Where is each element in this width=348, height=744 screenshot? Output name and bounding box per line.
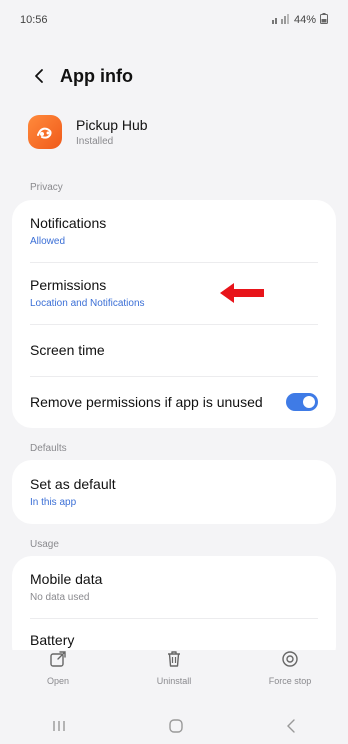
- pickup-hub-logo-icon: [37, 127, 52, 139]
- remove-permissions-toggle[interactable]: [286, 393, 318, 411]
- signal-icon: [271, 13, 290, 27]
- toggle-knob: [303, 396, 315, 408]
- set-as-default-item[interactable]: Set as default In this app: [12, 460, 336, 524]
- status-time: 10:56: [20, 14, 48, 26]
- mobile-data-item[interactable]: Mobile data No data used: [12, 556, 336, 618]
- nav-back-button[interactable]: [285, 718, 297, 739]
- open-label: Open: [46, 676, 70, 686]
- screen-time-title: Screen time: [30, 342, 105, 358]
- home-button[interactable]: [168, 718, 184, 739]
- battery-percent: 44%: [293, 14, 316, 26]
- notifications-sub: Allowed: [30, 236, 66, 247]
- force-stop-button[interactable]: Force stop: [240, 650, 340, 686]
- permissions-item[interactable]: Permissions Location and Notifications: [12, 262, 336, 324]
- page-title: App info: [60, 65, 133, 86]
- system-nav-bar: [0, 712, 348, 744]
- bottom-action-bar: Open Uninstall Force stop: [0, 650, 348, 710]
- mobile-data-sub: No data used: [30, 592, 90, 603]
- mobile-data-title: Mobile data: [30, 571, 103, 587]
- battery-icon: [320, 13, 328, 27]
- section-label-defaults: Defaults: [30, 443, 67, 454]
- battery-title: Battery: [30, 632, 75, 648]
- remove-permissions-title: Remove permissions if app is unused: [30, 394, 263, 410]
- app-name: Pickup Hub: [76, 117, 148, 133]
- uninstall-button[interactable]: Uninstall: [124, 650, 224, 686]
- back-button[interactable]: [22, 59, 56, 93]
- home-icon: [169, 718, 183, 733]
- set-as-default-sub: In this app: [30, 497, 77, 508]
- permissions-title: Permissions: [30, 277, 107, 293]
- app-icon: [28, 115, 62, 149]
- uninstall-label: Uninstall: [156, 676, 192, 686]
- remove-permissions-item[interactable]: Remove permissions if app is unused: [12, 376, 336, 428]
- section-label-usage: Usage: [30, 539, 59, 550]
- permissions-sub: Location and Notifications: [30, 298, 145, 309]
- open-button[interactable]: Open: [8, 650, 108, 686]
- set-as-default-title: Set as default: [30, 476, 116, 492]
- force-stop-label: Force stop: [268, 676, 312, 686]
- annotation-arrow-icon: [220, 283, 264, 303]
- app-bar: App info: [0, 56, 348, 96]
- privacy-card: Notifications Allowed Permissions Locati…: [12, 200, 336, 428]
- back-arrow-icon: [35, 69, 43, 83]
- notifications-title: Notifications: [30, 215, 107, 231]
- app-install-status: Installed: [76, 136, 114, 147]
- notifications-item[interactable]: Notifications Allowed: [12, 200, 336, 262]
- section-label-privacy: Privacy: [30, 182, 63, 193]
- defaults-card: Set as default In this app: [12, 460, 336, 524]
- open-external-icon: [50, 651, 66, 667]
- recents-button[interactable]: [51, 719, 67, 738]
- nav-back-icon: [287, 718, 296, 733]
- status-indicators: 44%: [271, 13, 328, 27]
- recents-icon: [52, 720, 65, 731]
- status-bar: 10:56 44%: [0, 0, 348, 40]
- app-summary: Pickup Hub Installed: [28, 115, 148, 149]
- stop-circle-icon: [282, 651, 298, 667]
- trash-icon: [168, 651, 180, 667]
- screen-time-item[interactable]: Screen time: [12, 324, 336, 376]
